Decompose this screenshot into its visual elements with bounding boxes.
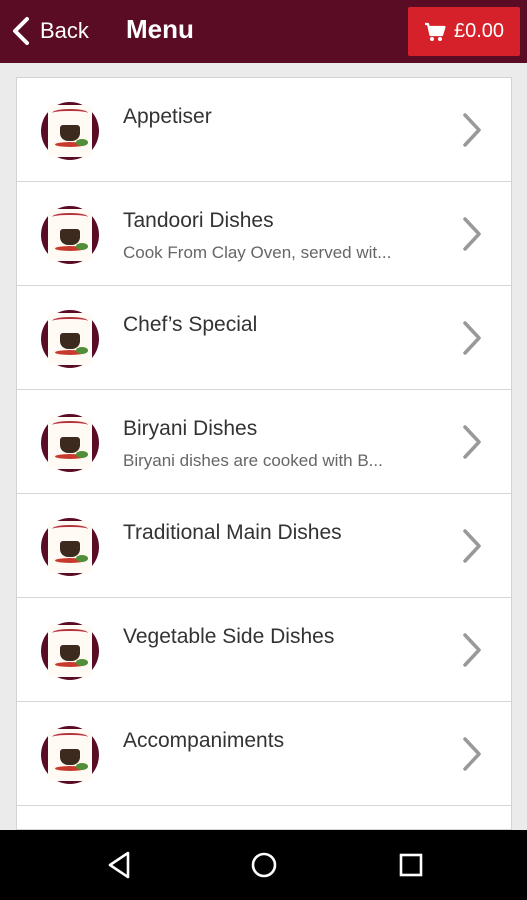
menu-item-tandoori-dishes[interactable]: Tandoori Dishes Cook From Clay Oven, ser… [17,182,511,286]
restaurant-logo [41,414,99,472]
restaurant-logo [41,310,99,368]
chevron-right-icon [463,425,481,459]
triangle-back-icon[interactable] [104,850,134,880]
menu-item-title: Biryani Dishes [123,417,258,440]
menu-item-subtitle: Biryani dishes are cooked with B... [123,451,383,470]
cart-button[interactable]: £0.00 [408,7,520,56]
cart-icon [424,22,446,41]
chevron-right-icon [463,217,481,251]
menu-item-biryani-dishes[interactable]: Biryani Dishes Biryani dishes are cooked… [17,390,511,494]
back-label: Back [40,18,89,43]
app-bar: Back Menu £0.00 [0,0,527,63]
restaurant-logo [41,726,99,784]
menu-item-traditional-main-dishes[interactable]: Traditional Main Dishes [17,494,511,598]
chevron-right-icon [463,113,481,147]
menu-item-title: Tandoori Dishes [123,209,274,232]
menu-category-list: Appetiser Tandoori Dishes Cook From Clay… [16,77,512,830]
menu-item-appetiser[interactable]: Appetiser [17,78,511,182]
square-recents-icon[interactable] [396,850,426,880]
system-nav-bar [0,830,527,900]
circle-home-icon[interactable] [249,850,279,880]
back-button[interactable]: Back [10,10,89,52]
chevron-right-icon [463,737,481,771]
restaurant-logo [41,206,99,264]
chevron-right-icon [463,633,481,667]
menu-item-partial[interactable] [17,806,511,829]
menu-item-title: Accompaniments [123,729,285,752]
restaurant-logo [41,622,99,680]
page-title: Menu [126,14,194,44]
menu-item-subtitle: Cook From Clay Oven, served wit... [123,243,392,262]
chevron-left-icon [13,17,29,45]
restaurant-logo [41,518,99,576]
menu-item-title: Traditional Main Dishes [123,521,342,544]
menu-item-chefs-special[interactable]: Chef’s Special [17,286,511,390]
menu-item-title: Chef’s Special [123,313,258,336]
cart-total: £0.00 [453,20,505,42]
chevron-right-icon [463,529,481,563]
menu-item-title: Appetiser [123,105,212,128]
menu-item-title: Vegetable Side Dishes [123,625,335,648]
menu-item-vegetable-side-dishes[interactable]: Vegetable Side Dishes [17,598,511,702]
restaurant-logo [41,102,99,160]
menu-item-accompaniments[interactable]: Accompaniments [17,702,511,806]
chevron-right-icon [463,321,481,355]
